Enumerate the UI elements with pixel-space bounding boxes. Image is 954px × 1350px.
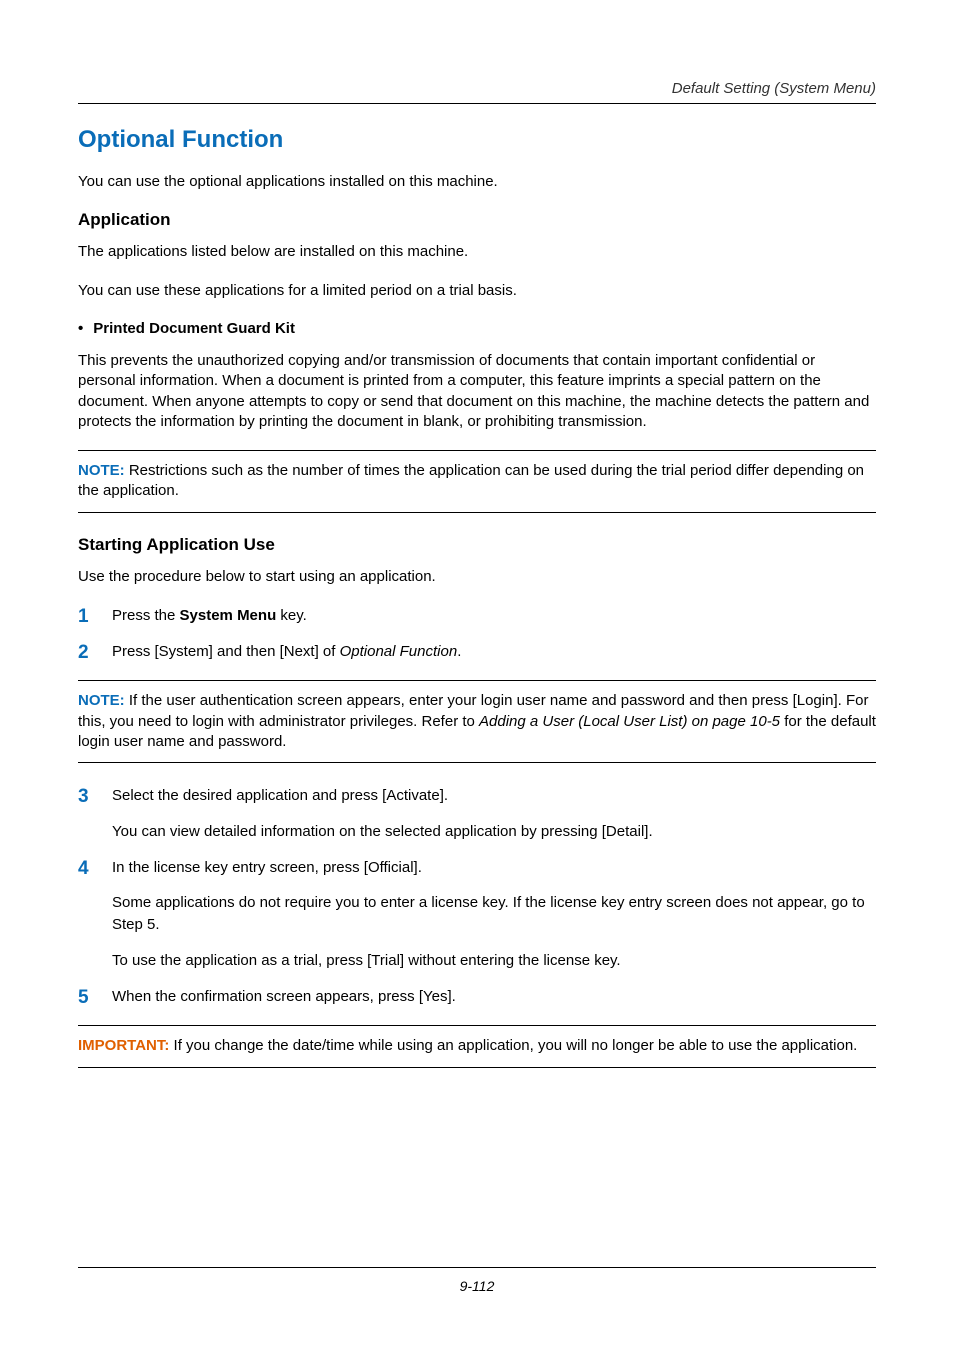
steps-list-a: Press the System Menu key. Press [System… xyxy=(78,605,876,663)
step-2: Press [System] and then [Next] of Option… xyxy=(78,641,876,663)
application-desc: This prevents the unauthorized copying a… xyxy=(78,351,876,432)
note-label-2: NOTE: xyxy=(78,692,125,709)
page-container: Default Setting (System Menu) Optional F… xyxy=(0,0,954,1350)
step-1-text-a: Press the xyxy=(112,607,180,624)
application-heading: Application xyxy=(78,210,876,230)
section-heading: Optional Function xyxy=(78,126,876,154)
starting-intro: Use the procedure below to start using a… xyxy=(78,567,876,587)
important-text: If you change the date/time while using … xyxy=(169,1037,857,1054)
page-number: 9-112 xyxy=(78,1278,876,1294)
note-text: Restrictions such as the number of times… xyxy=(78,462,864,499)
note-box-2: NOTE: If the user authentication screen … xyxy=(78,680,876,763)
steps-list-b: Select the desired application and press… xyxy=(78,785,876,1007)
footer-rule xyxy=(78,1267,876,1268)
bullet-item: • Printed Document Guard Kit xyxy=(78,319,876,339)
step-2-text-b: Optional Function xyxy=(340,643,458,660)
step-4-b: Some applications do not require you to … xyxy=(112,892,876,936)
step-3: Select the desired application and press… xyxy=(78,785,876,843)
step-3-a: Select the desired application and press… xyxy=(112,787,448,804)
note-box-1: NOTE: Restrictions such as the number of… xyxy=(78,450,876,513)
header-rule xyxy=(78,103,876,104)
intro-text: You can use the optional applications in… xyxy=(78,172,876,192)
step-3-b: You can view detailed information on the… xyxy=(112,821,876,843)
header-title: Default Setting (System Menu) xyxy=(78,80,876,97)
step-1-text-b: System Menu xyxy=(180,607,277,624)
important-label: IMPORTANT: xyxy=(78,1037,169,1054)
starting-heading: Starting Application Use xyxy=(78,535,876,555)
step-4-c: To use the application as a trial, press… xyxy=(112,950,876,972)
step-2-text-a: Press [System] and then [Next] of xyxy=(112,643,340,660)
step-1-text-c: key. xyxy=(276,607,307,624)
step-2-text-c: . xyxy=(457,643,461,660)
bullet-dot-icon: • xyxy=(78,319,83,339)
step-5-text: When the confirmation screen appears, pr… xyxy=(112,988,456,1005)
note2-text-b: Adding a User (Local User List) on page … xyxy=(479,713,780,730)
step-4-a: In the license key entry screen, press [… xyxy=(112,859,422,876)
application-p1: The applications listed below are instal… xyxy=(78,242,876,262)
bullet-text: Printed Document Guard Kit xyxy=(93,319,295,339)
step-4: In the license key entry screen, press [… xyxy=(78,857,876,972)
page-footer: 9-112 xyxy=(78,1267,876,1294)
application-p2: You can use these applications for a lim… xyxy=(78,281,876,301)
step-1: Press the System Menu key. xyxy=(78,605,876,627)
note-label: NOTE: xyxy=(78,462,125,479)
step-5: When the confirmation screen appears, pr… xyxy=(78,986,876,1008)
important-box: IMPORTANT: If you change the date/time w… xyxy=(78,1025,876,1067)
